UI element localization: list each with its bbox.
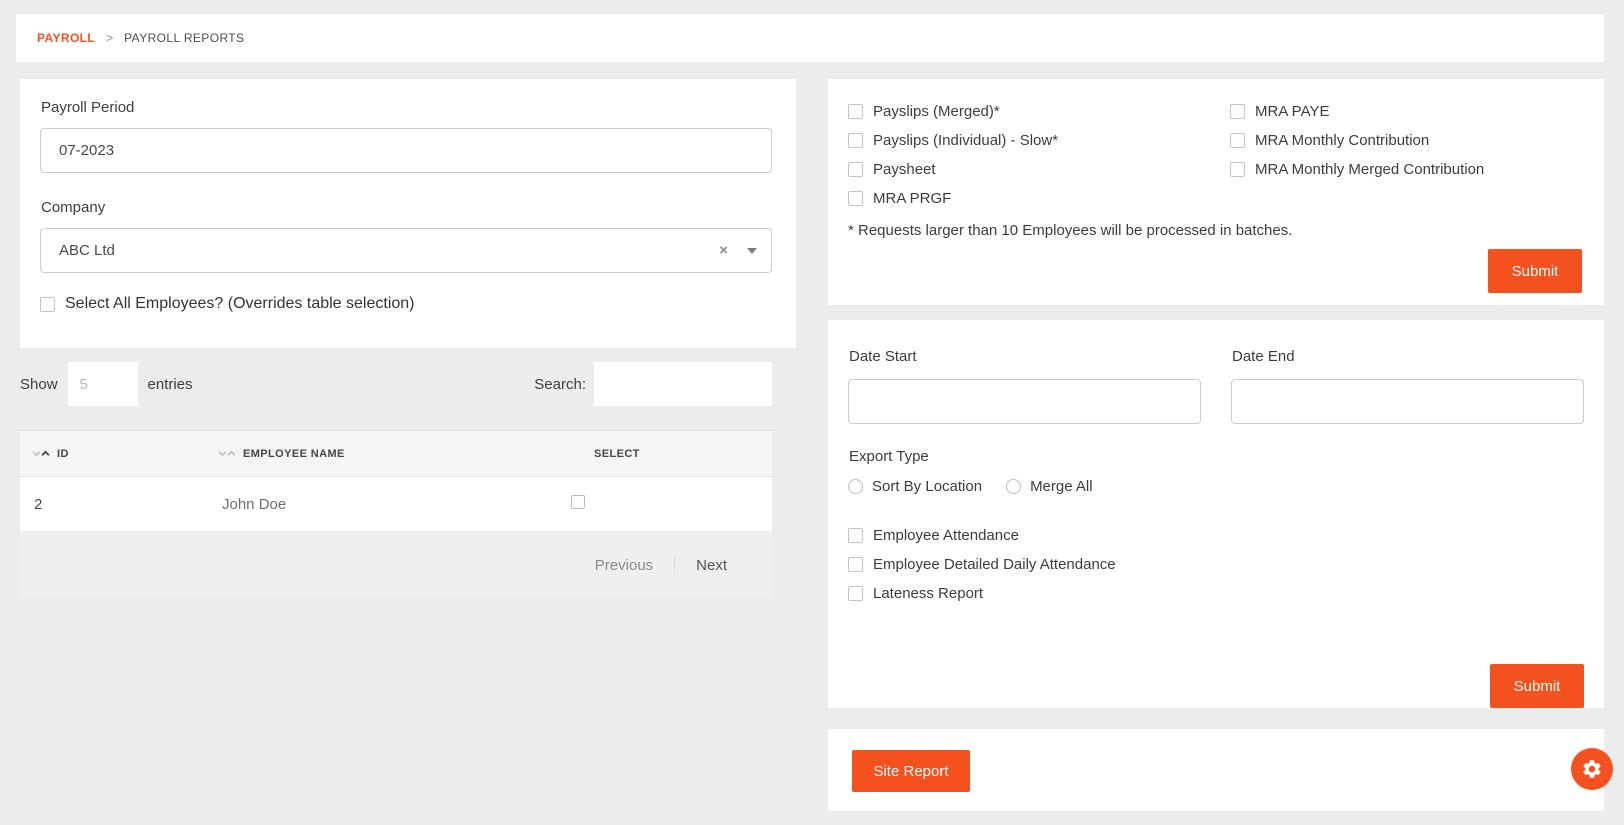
column-header-employee-name[interactable]: EMPLOYEE NAME xyxy=(206,431,555,477)
checkbox-label: Employee Detailed Daily Attendance xyxy=(873,556,1116,573)
payroll-reports-panel: Payslips (Merged)* Payslips (Individual)… xyxy=(828,79,1604,305)
breadcrumb-current-page: PAYROLL REPORTS xyxy=(124,31,245,45)
checkbox-label: MRA Monthly Contribution xyxy=(1255,132,1430,149)
search-control: Search: xyxy=(534,362,772,406)
date-end-label: Date End xyxy=(1232,348,1295,365)
export-type-label: Export Type xyxy=(849,448,929,465)
breadcrumb-separator: > xyxy=(106,31,114,45)
company-select-value: ABC Ltd xyxy=(59,242,115,259)
select-all-employees-checkbox[interactable] xyxy=(40,296,55,312)
left-column: Payroll Period Company ABC Ltd × Select … xyxy=(20,79,796,598)
company-label: Company xyxy=(41,199,106,216)
checkbox-label: MRA Monthly Merged Contribution xyxy=(1255,161,1485,178)
paysheet-checkbox[interactable] xyxy=(848,162,863,177)
checkbox-label: Paysheet xyxy=(873,161,936,178)
checkbox-label: MRA PRGF xyxy=(873,190,952,207)
sort-icons xyxy=(218,449,236,458)
table-header-row: ID EMPLOYEE NAME SELECT xyxy=(20,430,772,477)
column-header-id[interactable]: ID xyxy=(20,431,206,477)
date-start-label: Date Start xyxy=(849,348,917,365)
select-all-row: Select All Employees? (Overrides table s… xyxy=(40,295,772,313)
column-label-employee-name: EMPLOYEE NAME xyxy=(243,447,345,460)
payslips-individual-checkbox[interactable] xyxy=(848,133,863,148)
sort-icons xyxy=(32,449,50,458)
radio-label: Merge All xyxy=(1030,478,1093,495)
checkbox-label: Payslips (Merged)* xyxy=(873,103,1000,120)
right-column: Payslips (Merged)* Payslips (Individual)… xyxy=(828,79,1604,811)
attendance-reports-panel: Date Start Date End Export Type Sort By … xyxy=(828,320,1604,708)
payroll-period-input[interactable] xyxy=(40,128,772,173)
batch-note: * Requests larger than 10 Employees will… xyxy=(848,222,1293,239)
lateness-report-checkbox[interactable] xyxy=(848,586,863,601)
previous-page-button[interactable]: Previous xyxy=(595,557,653,574)
chevron-down-icon[interactable] xyxy=(747,247,757,254)
employee-table: ID EMPLOYEE NAME SELECT 2 John Doe Previ… xyxy=(20,430,772,598)
payroll-period-label: Payroll Period xyxy=(41,99,135,116)
report-options-right: MRA PAYE MRA Monthly Contribution MRA Mo… xyxy=(1230,97,1582,213)
export-type-options: Sort By Location Merge All xyxy=(848,478,1584,495)
payslips-merged-checkbox[interactable] xyxy=(848,104,863,119)
column-label-id: ID xyxy=(57,447,69,460)
entries-label: entries xyxy=(147,375,193,393)
employee-name-cell: John Doe xyxy=(222,495,287,513)
checkbox-label: MRA PAYE xyxy=(1255,103,1330,120)
mra-monthly-merged-contribution-checkbox[interactable] xyxy=(1230,162,1245,177)
date-start-input[interactable] xyxy=(848,379,1201,424)
pagination-divider xyxy=(674,556,676,574)
table-row: 2 John Doe xyxy=(20,476,772,532)
radio-label: Sort By Location xyxy=(872,478,983,495)
next-page-button[interactable]: Next xyxy=(696,557,727,574)
table-pagination: Previous Next xyxy=(20,532,772,598)
show-label: Show xyxy=(20,375,58,393)
table-controls: Show entries Search: xyxy=(20,362,772,406)
search-label: Search: xyxy=(534,375,586,393)
payroll-reports-submit-button[interactable]: Submit xyxy=(1488,249,1582,293)
company-select[interactable]: ABC Ltd × xyxy=(40,228,772,273)
mra-monthly-contribution-checkbox[interactable] xyxy=(1230,133,1245,148)
site-report-panel: Site Report xyxy=(828,729,1604,811)
checkbox-label: Employee Attendance xyxy=(873,527,1019,544)
report-options-left: Payslips (Merged)* Payslips (Individual)… xyxy=(848,97,1230,213)
attendance-options: Employee Attendance Employee Detailed Da… xyxy=(848,521,1584,608)
gear-icon xyxy=(1581,758,1603,780)
date-start-field: Date Start xyxy=(848,348,1201,424)
date-end-field: Date End xyxy=(1231,348,1584,424)
employee-detailed-daily-attendance-checkbox[interactable] xyxy=(848,557,863,572)
column-label-select: SELECT xyxy=(594,447,640,460)
breadcrumb-payroll-link[interactable]: PAYROLL xyxy=(37,31,95,45)
date-end-input[interactable] xyxy=(1231,379,1584,424)
sort-by-location-radio[interactable] xyxy=(848,479,863,494)
site-report-button[interactable]: Site Report xyxy=(852,750,970,792)
employee-attendance-checkbox[interactable] xyxy=(848,528,863,543)
merge-all-radio[interactable] xyxy=(1006,479,1022,494)
filter-panel: Payroll Period Company ABC Ltd × Select … xyxy=(20,79,796,348)
breadcrumb: PAYROLL > PAYROLL REPORTS xyxy=(16,14,1604,62)
settings-fab-button[interactable] xyxy=(1571,748,1613,790)
search-input[interactable] xyxy=(594,362,772,406)
entries-length-input[interactable] xyxy=(67,362,138,406)
attendance-submit-button[interactable]: Submit xyxy=(1490,664,1584,708)
clear-selection-icon[interactable]: × xyxy=(719,242,728,259)
mra-prgf-checkbox[interactable] xyxy=(848,191,863,206)
checkbox-label: Payslips (Individual) - Slow* xyxy=(873,132,1059,149)
checkbox-label: Lateness Report xyxy=(873,585,984,602)
employee-select-checkbox[interactable] xyxy=(571,495,585,509)
employee-id-cell: 2 xyxy=(34,495,43,513)
column-header-select: SELECT xyxy=(555,431,772,477)
select-all-employees-label: Select All Employees? (Overrides table s… xyxy=(65,295,415,312)
mra-paye-checkbox[interactable] xyxy=(1230,104,1245,119)
